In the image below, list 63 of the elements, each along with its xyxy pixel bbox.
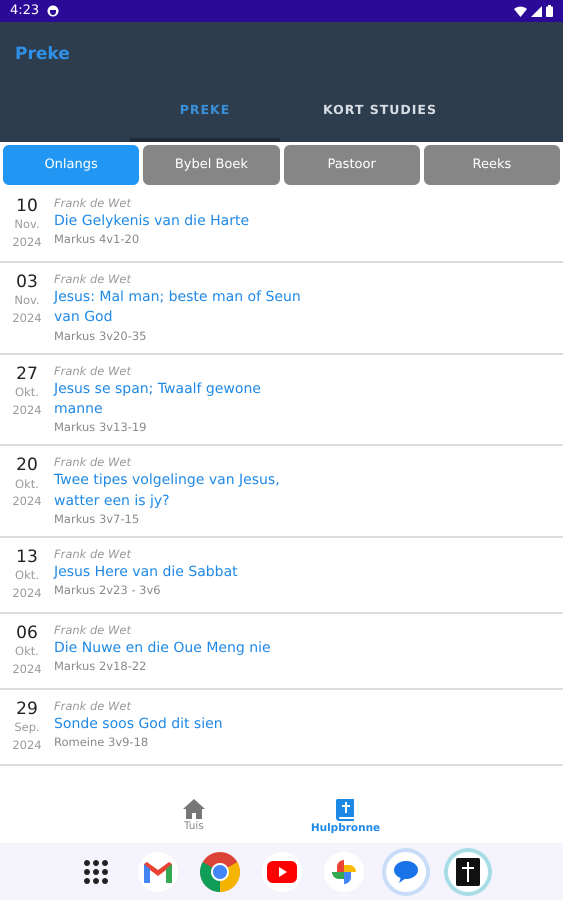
date-year: 2024 (11, 737, 43, 754)
home-icon (182, 799, 205, 819)
date-day: 06 (0, 622, 54, 644)
scripture-reference: Markus 2v23 - 3v6 (54, 582, 162, 598)
date-month: Nov. (13, 292, 41, 310)
date-day: 03 (0, 272, 54, 292)
mail-icon[interactable] (138, 852, 178, 892)
date-month: Okt. (14, 384, 40, 402)
scripture-reference: Markus 2v18-22 (54, 658, 148, 674)
date-month: Nov. (13, 216, 41, 234)
date-day: 29 (0, 698, 54, 720)
scripture-reference: Markus 3v20-35 (54, 328, 148, 344)
signal-icon (531, 6, 542, 16)
chat-bubble-icon[interactable] (386, 852, 426, 892)
date-year: 2024 (11, 493, 43, 510)
sermon-title-link[interactable]: Twee tipes volgelinge van Jesus, watter een is jy? (54, 470, 304, 511)
date-day: 10 (0, 196, 54, 216)
speaker-name: Frank de Wet (54, 272, 132, 287)
date-day: 13 (0, 546, 54, 568)
sermon-title-link[interactable]: Jesus Here van die Sabbat (54, 562, 238, 582)
sermon-title-link[interactable]: Jesus se span; Twaalf gewone manne (54, 378, 304, 420)
date-year: 2024 (11, 310, 43, 328)
date-day: 20 (0, 455, 54, 476)
scripture-reference: Romeine 3v9-18 (54, 734, 150, 750)
sermon-title-link[interactable]: Sonde soos God dit sien (54, 714, 223, 734)
date-year: 2024 (11, 402, 43, 419)
pinwheel-icon[interactable] (324, 852, 364, 892)
nav-tab[interactable]: Hulpbronne (292, 795, 398, 843)
notification-icon (47, 5, 60, 17)
filter-button[interactable]: Reeks (424, 145, 560, 185)
date-month: Sep. (13, 719, 41, 736)
speaker-name: Frank de Wet (54, 364, 132, 379)
filter-button[interactable]: Pastoor (284, 145, 420, 185)
date-month: Okt. (14, 476, 40, 493)
battery-icon (546, 5, 553, 17)
date-month: Okt. (14, 567, 40, 584)
speaker-name: Frank de Wet (54, 698, 132, 714)
cross-book-icon[interactable] (448, 852, 488, 892)
filter-button[interactable]: Onlangs (3, 145, 140, 185)
scripture-reference: Markus 3v7-15 (54, 510, 140, 527)
wifi-icon (514, 6, 527, 16)
scripture-reference: Markus 4v1-20 (54, 231, 140, 248)
date-year: 2024 (11, 661, 43, 678)
play-icon[interactable] (262, 852, 302, 892)
date-month: Okt. (14, 643, 40, 660)
filter-button[interactable]: Bybel Boek (143, 145, 280, 185)
scripture-reference: Markus 3v13-19 (54, 419, 148, 436)
nav-tab[interactable]: Tuis (164, 795, 223, 843)
status-time: 4:23 (10, 2, 40, 20)
tab[interactable]: KORT STUDIES (290, 101, 470, 142)
speaker-name: Frank de Wet (54, 196, 132, 211)
speaker-name: Frank de Wet (54, 546, 132, 562)
app-title: Preke (15, 44, 70, 64)
speaker-name: Frank de Wet (54, 455, 132, 470)
browser-icon[interactable] (200, 852, 240, 892)
sermon-title-link[interactable]: Die Gelykenis van die Harte (54, 210, 250, 232)
bible-icon (336, 799, 354, 821)
date-day: 27 (0, 364, 54, 384)
sermon-title-link[interactable]: Jesus: Mal man; beste man of Seun van God (54, 286, 304, 328)
date-year: 2024 (11, 234, 43, 252)
speaker-name: Frank de Wet (54, 622, 132, 638)
date-year: 2024 (11, 585, 43, 602)
sermon-title-link[interactable]: Die Nuwe en die Oue Meng nie (54, 638, 271, 658)
